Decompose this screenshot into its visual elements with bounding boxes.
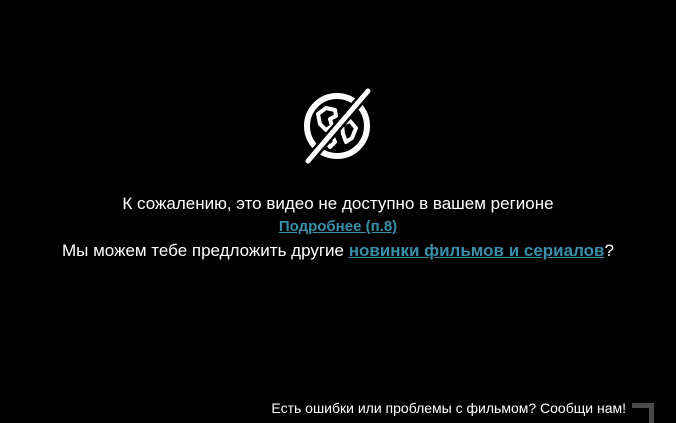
offer-line: Мы можем тебе предложить другие новинки …	[0, 240, 676, 262]
offer-prefix-text: Мы можем тебе предложить другие	[62, 241, 349, 260]
new-releases-link[interactable]: новинки фильмов и сериалов	[349, 241, 605, 260]
more-info-line: Подробнее (п.8)	[0, 217, 676, 237]
offer-suffix-text: ?	[604, 241, 614, 260]
video-player-blocked: К сожалению, это видео не доступно в ваш…	[0, 0, 676, 423]
region-blocked-globe-icon	[302, 88, 374, 164]
more-info-link[interactable]: Подробнее (п.8)	[279, 218, 397, 235]
region-unavailable-text: К сожалению, это видео не доступно в ваш…	[122, 194, 554, 213]
corner-bracket-icon	[632, 403, 656, 423]
report-problem-link[interactable]: Есть ошибки или проблемы с фильмом? Сооб…	[271, 399, 626, 417]
blocked-message: К сожалению, это видео не доступно в ваш…	[0, 193, 676, 262]
